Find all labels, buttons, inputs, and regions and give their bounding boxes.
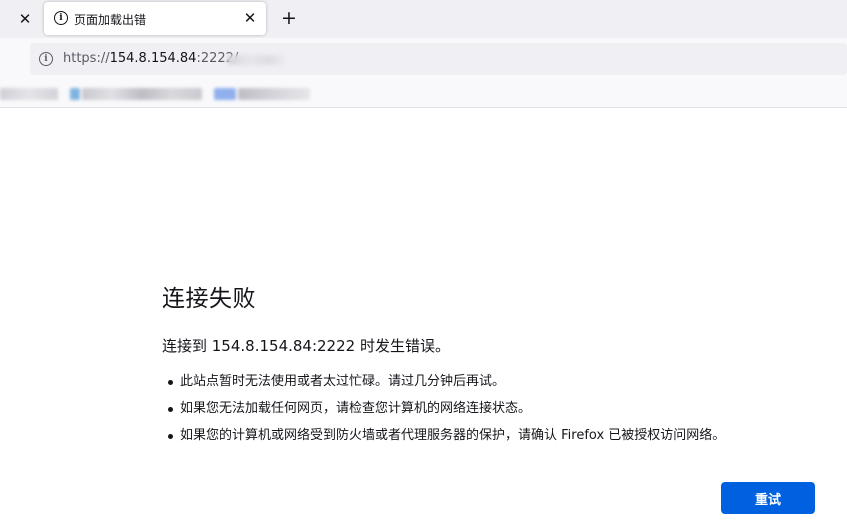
bookmark-item[interactable]	[214, 88, 236, 100]
url-bar[interactable]: i https://154.8.154.84:2222/	[30, 43, 847, 75]
bookmark-item[interactable]	[238, 88, 310, 100]
site-info-icon[interactable]: i	[39, 52, 53, 66]
url-scheme: https://	[63, 51, 110, 66]
error-title: 连接失败	[162, 286, 256, 312]
url-host: 154.8.154.84	[109, 51, 197, 66]
redacted-url-path	[227, 55, 287, 65]
bookmarks-bar	[0, 78, 847, 108]
tab-active[interactable]: i 页面加载出错 ✕	[44, 2, 266, 35]
list-item: 如果您无法加载任何网页，请检查您计算机的网络连接状态。	[167, 400, 725, 427]
retry-button[interactable]: 重试	[721, 482, 815, 514]
error-page: 连接失败 连接到 154.8.154.84:2222 时发生错误。 此站点暂时无…	[0, 109, 847, 526]
nav-bar: i https://154.8.154.84:2222/	[0, 38, 847, 78]
list-item: 如果您的计算机或网络受到防火墙或者代理服务器的保护，请确认 Firefox 已被…	[167, 427, 725, 454]
error-description: 连接到 154.8.154.84:2222 时发生错误。	[162, 337, 450, 355]
error-reasons-list: 此站点暂时无法使用或者太过忙碌。请过几分钟后再试。 如果您无法加载任何网页，请检…	[167, 373, 725, 454]
info-icon: i	[54, 11, 68, 25]
url-text[interactable]: https://154.8.154.84:2222/	[63, 51, 238, 66]
tab-strip: ✕ i 页面加载出错 ✕ +	[0, 0, 847, 38]
close-icon[interactable]: ✕	[14, 8, 36, 30]
tab-title: 页面加载出错	[74, 13, 147, 27]
list-item: 此站点暂时无法使用或者太过忙碌。请过几分钟后再试。	[167, 373, 725, 400]
bookmark-item[interactable]	[82, 88, 202, 100]
bookmark-item[interactable]	[70, 88, 80, 100]
tab-close-icon[interactable]: ✕	[240, 8, 260, 28]
new-tab-button[interactable]: +	[278, 6, 300, 30]
bookmark-item[interactable]	[0, 88, 58, 100]
